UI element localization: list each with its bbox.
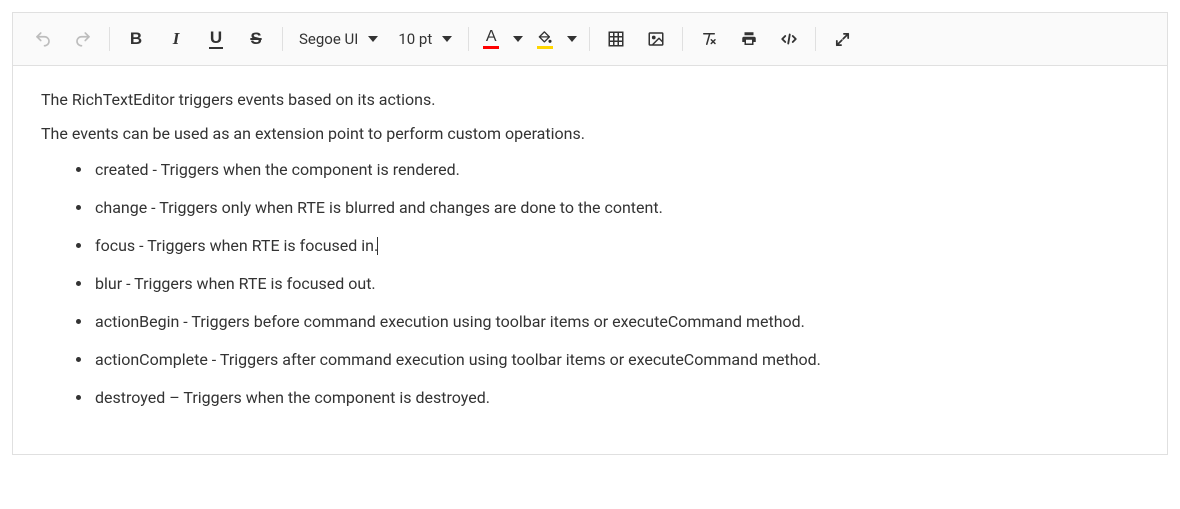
- underline-icon: U: [209, 29, 223, 49]
- undo-icon: [34, 30, 52, 48]
- font-color-button[interactable]: A: [475, 21, 507, 57]
- font-size-dropdown[interactable]: 10 pt: [388, 21, 462, 57]
- bg-color-button[interactable]: [529, 21, 561, 57]
- clear-format-button[interactable]: [689, 21, 729, 57]
- image-icon: [647, 30, 665, 48]
- toolbar-separator: [589, 27, 590, 51]
- list-item: change - Triggers only when RTE is blurr…: [93, 196, 1139, 220]
- print-icon: [740, 30, 758, 48]
- redo-button[interactable]: [63, 21, 103, 57]
- chevron-down-icon: [513, 36, 523, 42]
- chevron-down-icon: [567, 36, 577, 42]
- font-color-icon: A: [483, 29, 499, 49]
- list-item: actionBegin - Triggers before command ex…: [93, 310, 1139, 334]
- paragraph: The RichTextEditor triggers events based…: [41, 88, 1139, 112]
- italic-button[interactable]: I: [156, 21, 196, 57]
- rich-text-editor: B I U S Segoe UI 10 pt A: [12, 12, 1168, 455]
- font-color-split-button: A: [475, 21, 529, 57]
- code-icon: [779, 30, 799, 48]
- bg-color-dropdown[interactable]: [561, 21, 583, 57]
- toolbar-separator: [282, 27, 283, 51]
- font-size-label: 10 pt: [398, 30, 432, 48]
- underline-button[interactable]: U: [196, 21, 236, 57]
- toolbar-separator: [682, 27, 683, 51]
- toolbar: B I U S Segoe UI 10 pt A: [13, 13, 1167, 66]
- toolbar-separator: [109, 27, 110, 51]
- table-button[interactable]: [596, 21, 636, 57]
- italic-icon: I: [173, 29, 180, 49]
- toolbar-separator: [815, 27, 816, 51]
- list-item: focus - Triggers when RTE is focused in.: [93, 234, 1139, 258]
- paragraph: The events can be used as an extension p…: [41, 122, 1139, 146]
- print-button[interactable]: [729, 21, 769, 57]
- bold-icon: B: [130, 29, 142, 49]
- list-item: created - Triggers when the component is…: [93, 158, 1139, 182]
- font-name-label: Segoe UI: [299, 30, 358, 48]
- undo-button[interactable]: [23, 21, 63, 57]
- maximize-icon: [834, 31, 851, 48]
- font-name-dropdown[interactable]: Segoe UI: [289, 21, 388, 57]
- strikethrough-button[interactable]: S: [236, 21, 276, 57]
- list-item: blur - Triggers when RTE is focused out.: [93, 272, 1139, 296]
- text-cursor: [377, 237, 378, 255]
- table-icon: [607, 30, 625, 48]
- bold-button[interactable]: B: [116, 21, 156, 57]
- list-item: actionComplete - Triggers after command …: [93, 348, 1139, 372]
- chevron-down-icon: [368, 36, 378, 42]
- event-list: created - Triggers when the component is…: [41, 158, 1139, 410]
- redo-icon: [74, 30, 92, 48]
- list-item: destroyed – Triggers when the component …: [93, 386, 1139, 410]
- paint-bucket-icon: [537, 30, 553, 49]
- toolbar-separator: [468, 27, 469, 51]
- image-button[interactable]: [636, 21, 676, 57]
- font-color-dropdown[interactable]: [507, 21, 529, 57]
- source-code-button[interactable]: [769, 21, 809, 57]
- strikethrough-icon: S: [250, 29, 261, 49]
- chevron-down-icon: [442, 36, 452, 42]
- fullscreen-button[interactable]: [822, 21, 862, 57]
- editor-content[interactable]: The RichTextEditor triggers events based…: [13, 66, 1167, 454]
- bg-color-split-button: [529, 21, 583, 57]
- clear-format-icon: [700, 30, 718, 48]
